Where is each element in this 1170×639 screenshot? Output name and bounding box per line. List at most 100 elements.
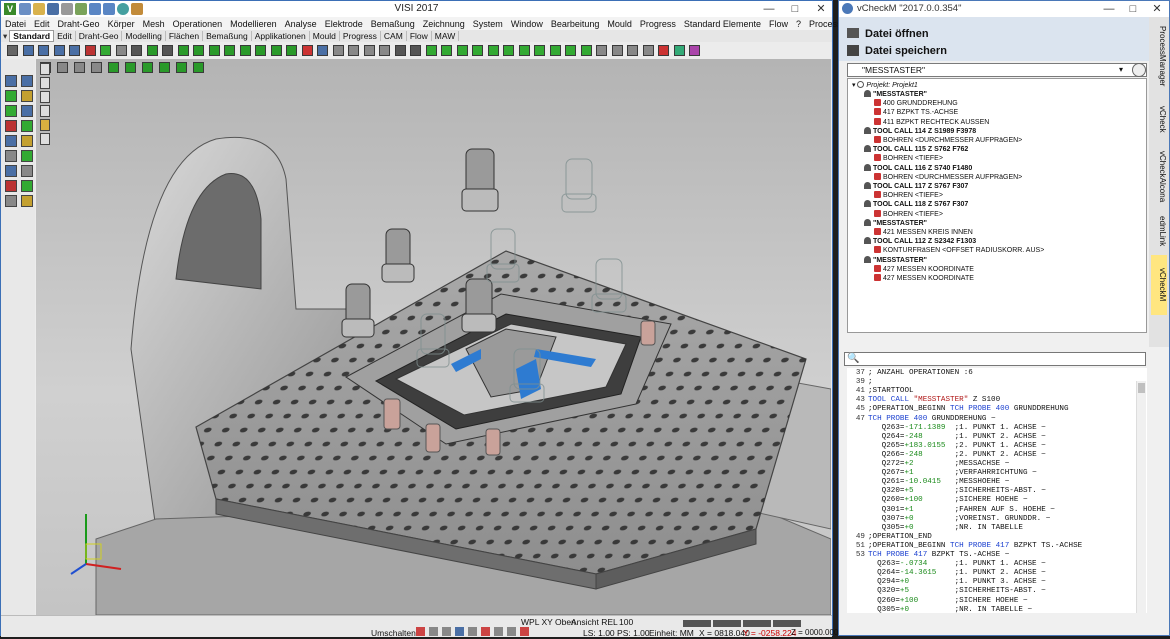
tabs-dropdown-icon[interactable]: ▾	[1, 31, 9, 42]
toggle-label[interactable]: Umschalten	[371, 628, 416, 638]
vc-maximize-button[interactable]: □	[1125, 2, 1141, 16]
menu-item[interactable]: Zeichnung	[419, 19, 469, 29]
menu-item[interactable]: Edit	[30, 19, 54, 29]
menu-item[interactable]: Analyse	[281, 19, 321, 29]
toolbar-tool-icon[interactable]	[673, 45, 685, 56]
view-cube-icon[interactable]	[142, 62, 153, 73]
3d-viewport[interactable]	[36, 59, 831, 615]
toolbar-tool-icon[interactable]	[456, 45, 468, 56]
layer-icon[interactable]	[40, 77, 50, 89]
side-tool-icon[interactable]	[21, 165, 33, 177]
toolbar-tool-icon[interactable]	[642, 45, 654, 56]
layer-icon[interactable]	[40, 91, 50, 103]
side-tool-icon[interactable]	[21, 150, 33, 162]
code-scrollbar[interactable]	[1136, 381, 1146, 613]
side-tab[interactable]: vCheck	[1151, 95, 1167, 143]
ribbon-tab[interactable]: MAW	[432, 31, 460, 41]
toolbar-tool-icon[interactable]	[22, 45, 34, 56]
menu-item[interactable]: System	[469, 19, 507, 29]
tree-node[interactable]: TOOL CALL 118 Z S767 F307	[864, 200, 968, 209]
ribbon-tab[interactable]: Applikationen	[252, 31, 310, 41]
tree-node[interactable]: "MESSTASTER"	[864, 218, 927, 228]
toolbar-tool-icon[interactable]	[441, 45, 452, 56]
layer-icon[interactable]	[40, 105, 50, 117]
toolbar-tool-icon[interactable]	[611, 45, 623, 56]
toolbar-tool-icon[interactable]	[394, 45, 406, 56]
tree-node[interactable]: BOHREN <DURCHMESSER AUFPRäGEN>	[874, 136, 1022, 145]
view-cube-icon[interactable]	[176, 62, 187, 73]
view-cube-icon[interactable]	[91, 62, 102, 73]
menu-item[interactable]: Flow	[765, 19, 792, 29]
side-tool-icon[interactable]	[5, 180, 17, 192]
gear-icon[interactable]	[1132, 63, 1146, 77]
side-tool-icon[interactable]	[5, 75, 17, 87]
menu-item[interactable]: Bemaßung	[367, 19, 419, 29]
tree-node[interactable]: KONTURFRäSEN <OFFSET RADIUSKORR. AUS>	[874, 246, 1044, 255]
side-tool-icon[interactable]	[21, 180, 33, 192]
menu-item[interactable]: ?	[792, 19, 805, 29]
tree-node[interactable]: TOOL CALL 114 Z S1989 F3978	[864, 126, 976, 136]
toolbar-tool-icon[interactable]	[503, 45, 514, 56]
view-cube-icon[interactable]	[74, 62, 85, 73]
toolbar-tool-icon[interactable]	[162, 45, 173, 56]
ribbon-tab[interactable]: Standard	[9, 30, 55, 42]
nc-code-view[interactable]: 37; ANZAHL OPERATIONEN :6 39; 41 ;STARTTOOL…	[847, 368, 1147, 613]
toolbar-tool-icon[interactable]	[115, 45, 127, 56]
layer-icon[interactable]	[40, 63, 50, 75]
tree-node[interactable]: TOOL CALL 115 Z S762 F762	[864, 145, 968, 154]
view-cube-icon[interactable]	[193, 62, 204, 73]
toolbar-tool-icon[interactable]	[177, 45, 189, 56]
vc-close-button[interactable]: ✕	[1149, 2, 1165, 16]
toolbar-tool-icon[interactable]	[410, 45, 421, 56]
tree-node[interactable]: 421 MESSEN KREIS INNEN	[874, 228, 973, 237]
toolbar-tool-icon[interactable]	[565, 45, 576, 56]
tree-root[interactable]: ▾ Projekt: Projekt1	[852, 81, 918, 90]
tree-node[interactable]: 417 BZPKT TS.-ACHSE	[874, 108, 958, 117]
toolbar-tool-icon[interactable]	[100, 45, 111, 56]
open-file-button[interactable]: Datei öffnen	[865, 28, 929, 40]
search-input[interactable]: 🔍	[844, 352, 1146, 366]
menu-item[interactable]: Mould	[603, 19, 636, 29]
tree-node[interactable]: "MESSTASTER"	[864, 255, 927, 265]
view-cube-icon[interactable]	[159, 62, 170, 73]
toolbar-tool-icon[interactable]	[549, 45, 561, 56]
toolbar-tool-icon[interactable]	[596, 45, 607, 56]
menu-item[interactable]: Modellieren	[226, 19, 281, 29]
view-cube-icon[interactable]	[57, 62, 68, 73]
side-tool-icon[interactable]	[5, 90, 17, 102]
ribbon-tab[interactable]: Modelling	[122, 31, 166, 41]
layer-icon[interactable]	[40, 119, 50, 131]
side-tab[interactable]: ProcessManager	[1151, 21, 1167, 91]
menu-item[interactable]: Window	[507, 19, 547, 29]
tree-node[interactable]: 427 MESSEN KOORDINATE	[874, 274, 974, 283]
toolbar-tool-icon[interactable]	[487, 45, 499, 56]
menu-item[interactable]: Bearbeitung	[547, 19, 604, 29]
chevron-down-icon[interactable]: ▾	[1119, 65, 1123, 74]
side-tool-icon[interactable]	[21, 135, 33, 147]
side-tool-icon[interactable]	[5, 165, 17, 177]
toolbar-tool-icon[interactable]	[193, 45, 204, 56]
side-tab[interactable]: edmLink	[1151, 211, 1167, 251]
toolbar-tool-icon[interactable]	[53, 45, 65, 56]
toolbar-tool-icon[interactable]	[208, 45, 220, 56]
menu-item[interactable]: Operationen	[169, 19, 227, 29]
tree-node[interactable]: 427 MESSEN KOORDINATE	[874, 264, 974, 274]
side-tab[interactable]: vCheckAlcona	[1151, 147, 1167, 207]
toolbar-tool-icon[interactable]	[7, 45, 18, 56]
toolbar-tool-icon[interactable]	[658, 45, 669, 56]
toolbar-tool-icon[interactable]	[425, 45, 437, 56]
side-tool-icon[interactable]	[21, 75, 33, 87]
menu-item[interactable]: Progress	[636, 19, 680, 29]
menu-item[interactable]: Mesh	[139, 19, 169, 29]
side-tool-icon[interactable]	[5, 120, 17, 132]
toolbar-tool-icon[interactable]	[131, 45, 142, 56]
toolbar-tool-icon[interactable]	[518, 45, 530, 56]
toolbar-tool-icon[interactable]	[580, 45, 592, 56]
tree-node[interactable]: 411 BZPKT RECHTECK AUSSEN	[874, 117, 989, 127]
toolbar-tool-icon[interactable]	[534, 45, 545, 56]
toolbar-tool-icon[interactable]	[84, 45, 96, 56]
view-cube-icon[interactable]	[125, 62, 136, 73]
tree-node[interactable]: BOHREN <TIEFE>	[874, 191, 943, 200]
toolbar-tool-icon[interactable]	[379, 45, 390, 56]
side-tool-icon[interactable]	[21, 90, 33, 102]
